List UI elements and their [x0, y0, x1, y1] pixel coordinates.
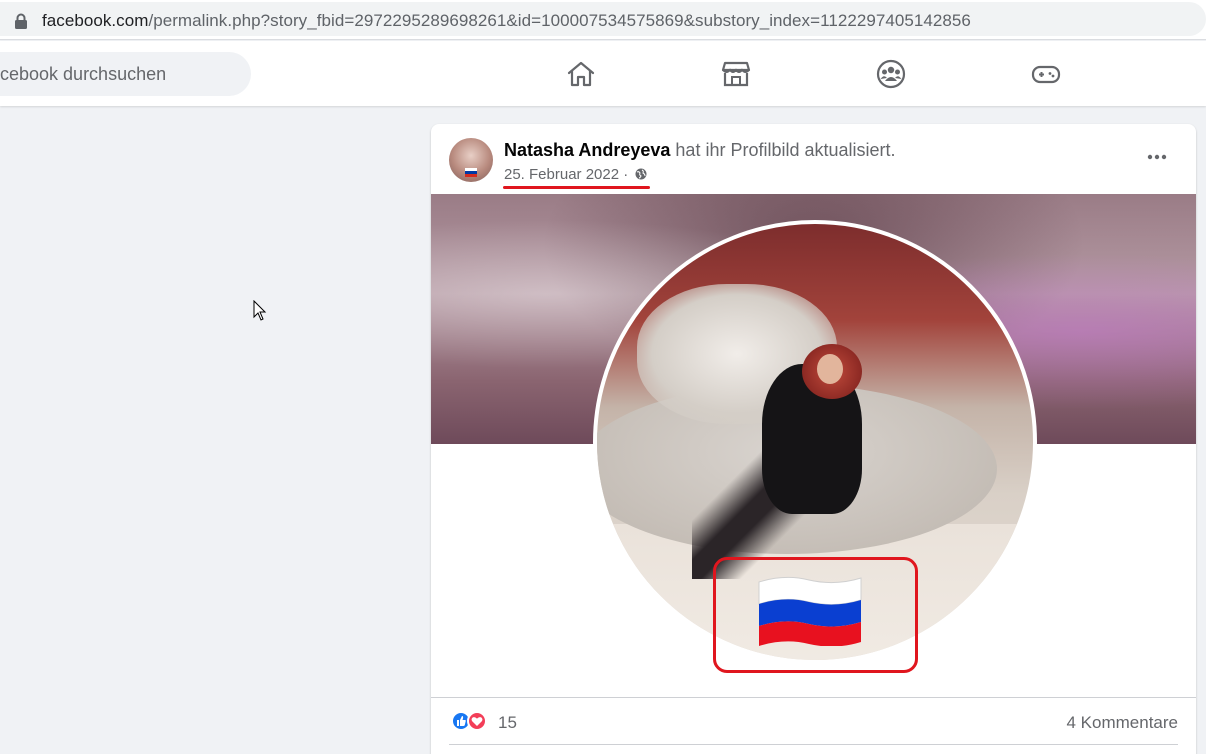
meta-separator: · — [619, 166, 633, 183]
flag-annotation-box — [713, 557, 918, 673]
post-meta: 25. Februar 2022 · — [504, 166, 647, 183]
post-card: Natasha Andreyeva hat ihr Profilbild akt… — [431, 124, 1196, 754]
search-placeholder: cebook durchsuchen — [0, 64, 167, 84]
reaction-count: 15 — [498, 713, 517, 732]
mouse-cursor-icon — [253, 300, 267, 321]
home-icon[interactable] — [565, 58, 597, 90]
url-field[interactable]: facebook.com/permalink.php?story_fbid=29… — [0, 2, 1206, 36]
post-date[interactable]: 25. Februar 2022 — [504, 166, 619, 183]
divider — [431, 697, 1196, 698]
love-reaction-icon — [467, 711, 487, 731]
url-path: /permalink.php?story_fbid=29722952896982… — [148, 11, 971, 30]
groups-icon[interactable] — [875, 58, 907, 90]
date-annotation-underline — [503, 186, 650, 189]
author-name[interactable]: Natasha Andreyeva — [504, 140, 670, 160]
post-action-text: hat ihr Profilbild aktualisiert. — [670, 140, 896, 160]
more-options-icon[interactable] — [1146, 146, 1168, 168]
post-header-line: Natasha Andreyeva hat ihr Profilbild akt… — [504, 140, 896, 161]
divider — [449, 744, 1178, 745]
facebook-top-nav: cebook durchsuchen — [0, 41, 1206, 106]
search-input[interactable]: cebook durchsuchen — [0, 52, 251, 96]
url-text: facebook.com/permalink.php?story_fbid=29… — [42, 11, 971, 31]
comments-count-link[interactable]: 4 Kommentare — [1067, 713, 1179, 733]
author-avatar[interactable] — [449, 138, 493, 182]
browser-address-bar: facebook.com/permalink.php?story_fbid=29… — [0, 0, 1206, 40]
russia-flag-icon — [465, 168, 477, 177]
marketplace-icon[interactable] — [720, 58, 752, 90]
lock-icon — [15, 13, 27, 29]
globe-icon — [635, 168, 647, 180]
url-host: facebook.com — [42, 11, 149, 30]
photo-face — [817, 354, 843, 384]
gaming-icon[interactable] — [1030, 58, 1062, 90]
